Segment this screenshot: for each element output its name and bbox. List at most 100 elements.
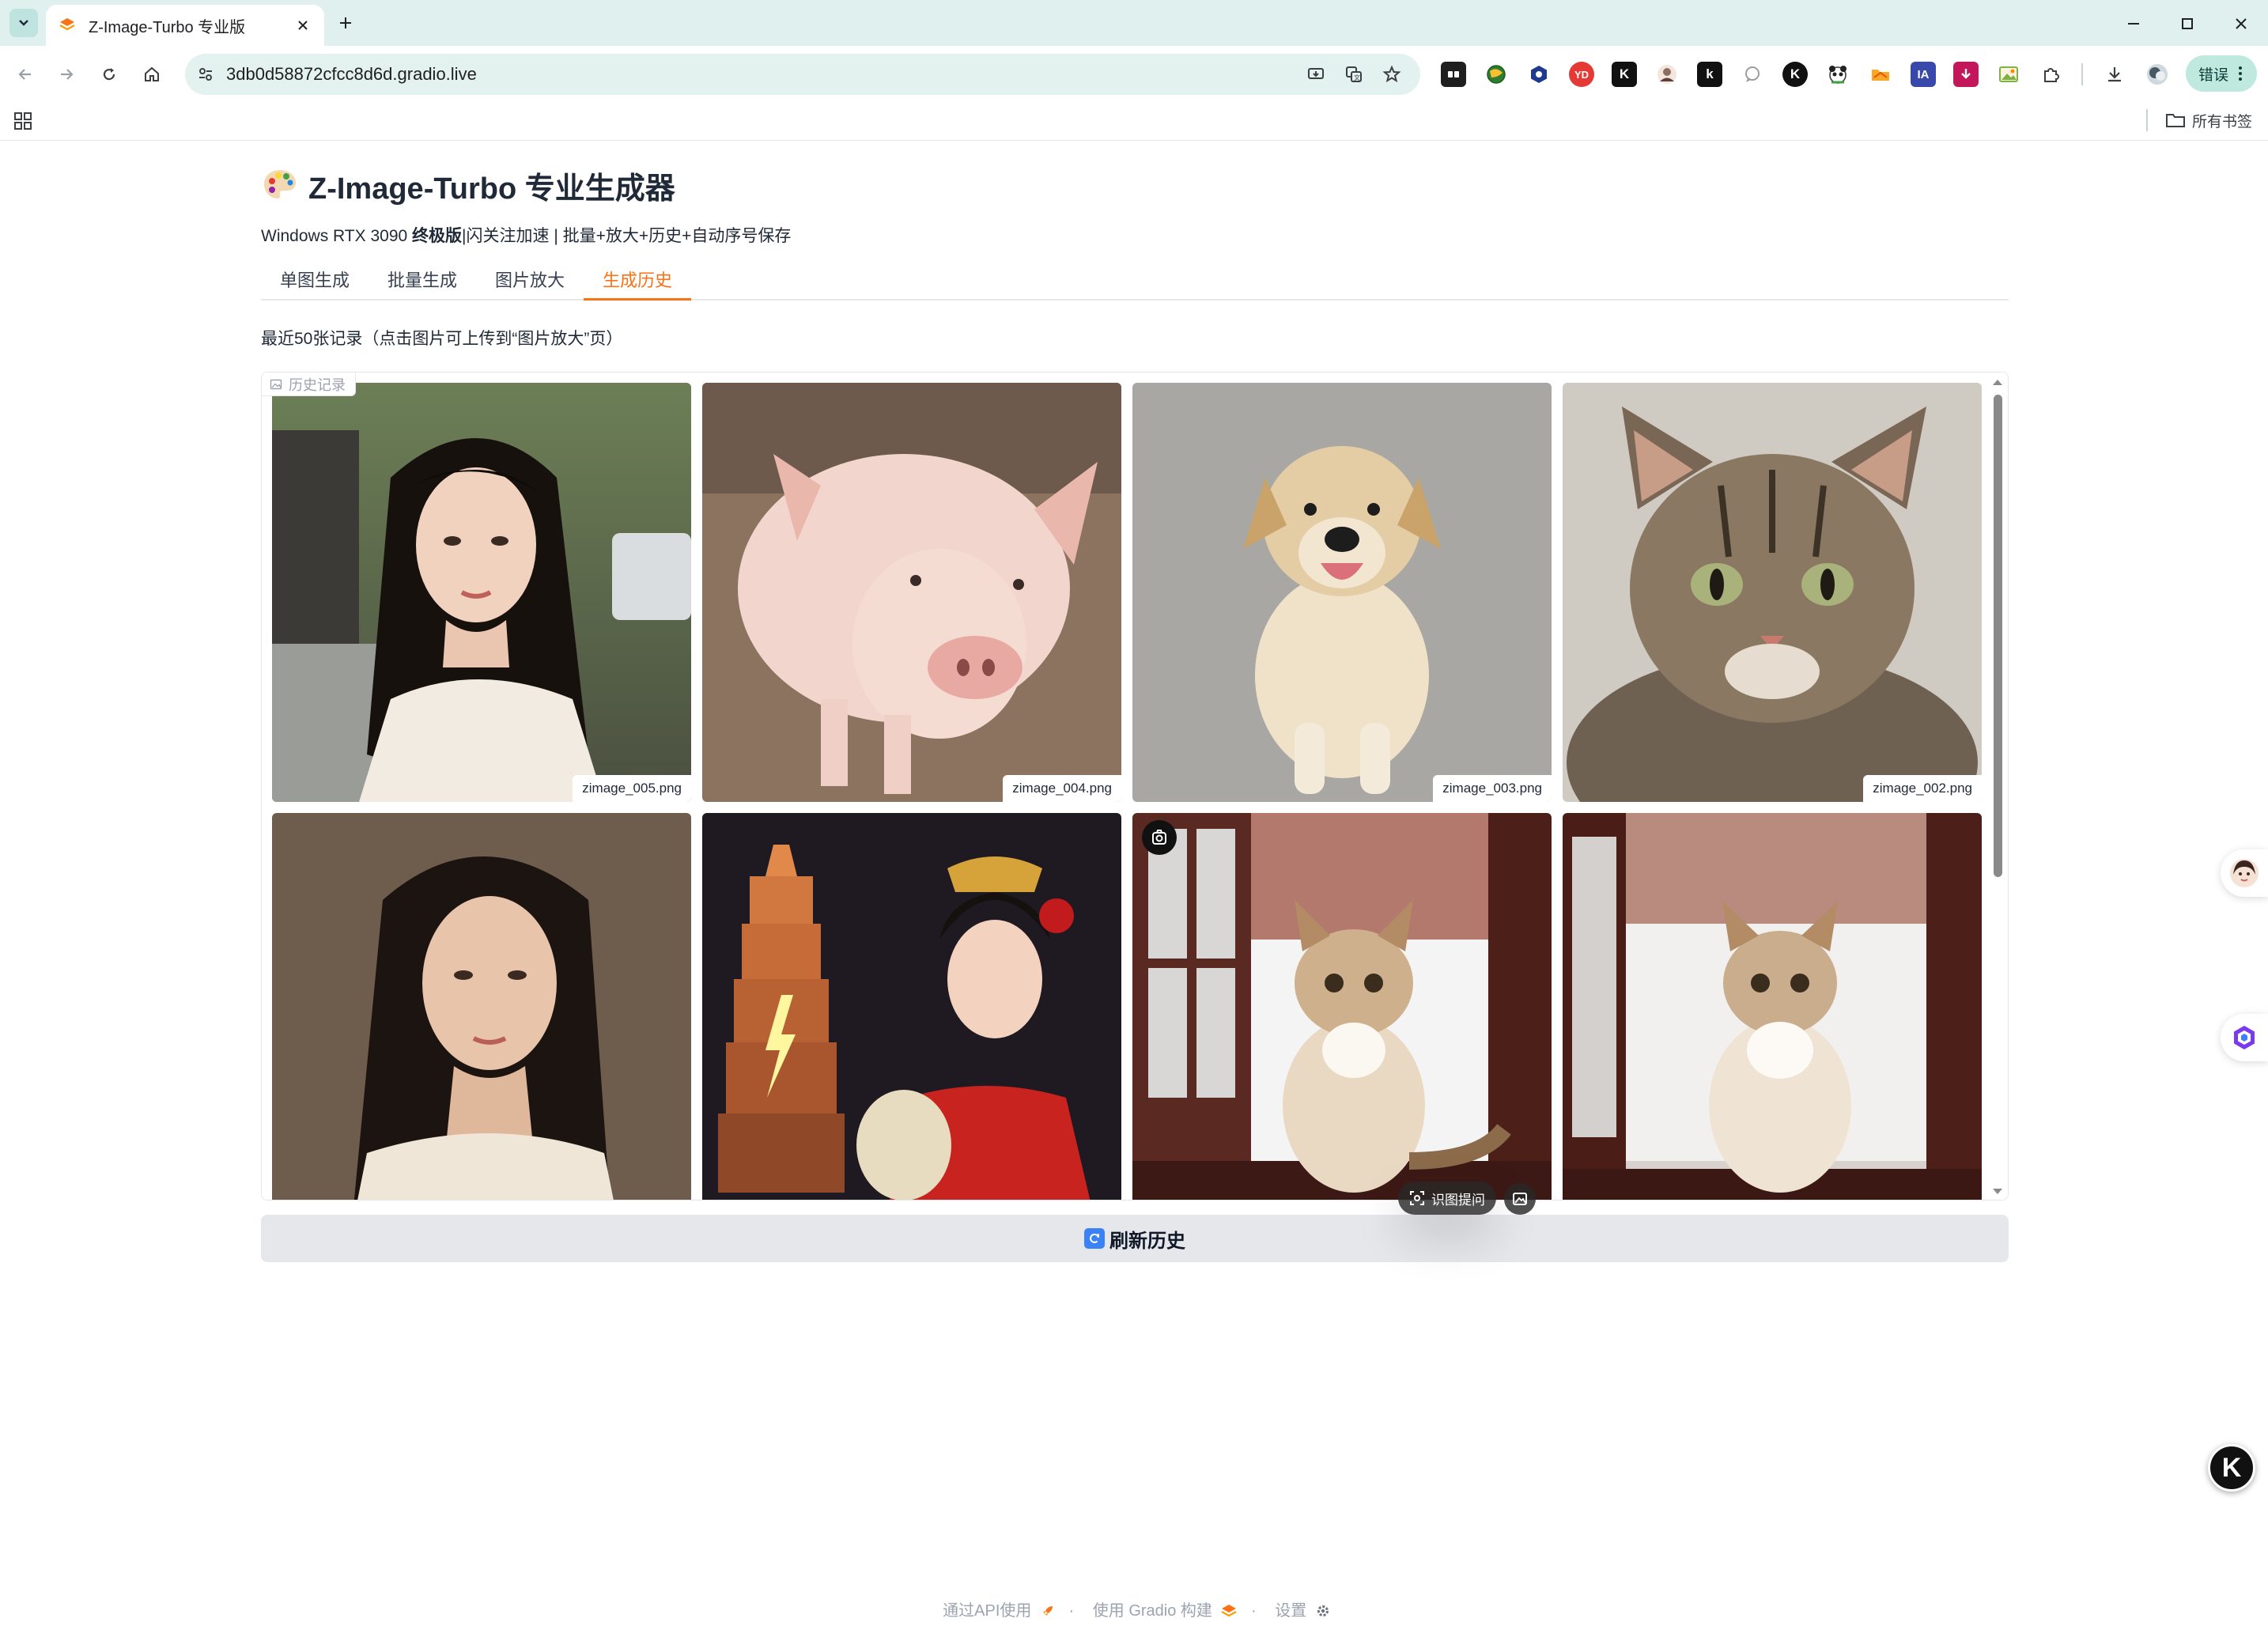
tab-title: Z-Image-Turbo 专业版 <box>89 18 246 36</box>
image-action-icon[interactable] <box>1142 820 1177 855</box>
image-question-label: 识图提问 <box>1431 1192 1485 1208</box>
use-via-api-link[interactable]: 通过API使用 <box>938 1602 1055 1620</box>
photo-ext-icon[interactable] <box>1996 62 2021 87</box>
home-button[interactable] <box>136 59 168 90</box>
history-gallery: 历史记录 zimage_005.png zimage_004.png zimag… <box>261 372 2009 1201</box>
scan-image-icon <box>1410 1191 1424 1205</box>
settings-link[interactable]: 设置 <box>1270 1602 1330 1620</box>
refresh-history-label: 刷新历史 <box>1109 1230 1185 1252</box>
kitten-window-2-image <box>1563 813 1982 1200</box>
rocket-icon <box>1042 1606 1053 1616</box>
gallery-thumb-hanfu-woman-pagoda[interactable] <box>702 813 1121 1200</box>
tab-search-button[interactable] <box>9 9 38 37</box>
subtitle-rest: |闪关注加速 | 批量+放大+历史+自动序号保存 <box>462 227 792 245</box>
extensions-icon[interactable] <box>2039 62 2064 87</box>
hexagon-logo-icon <box>2234 1026 2255 1049</box>
kitten-window-image <box>1132 813 1552 1200</box>
refresh-history-button[interactable]: 刷新历史 <box>261 1215 2009 1262</box>
new-tab-button[interactable] <box>332 9 359 36</box>
k2-ext-icon[interactable]: k <box>1697 62 1722 87</box>
k3-ext-icon[interactable]: K <box>1782 62 1808 87</box>
tab-upscale[interactable]: 图片放大 <box>476 261 584 301</box>
apps-grid-icon[interactable] <box>13 111 33 131</box>
hex-ext-icon[interactable] <box>1526 62 1552 87</box>
globe-ext-icon[interactable] <box>1484 62 1509 87</box>
maximize-window-button[interactable] <box>2164 8 2211 40</box>
k-assistant-button[interactable]: K <box>2208 1444 2255 1492</box>
woman-street-image <box>272 383 691 802</box>
folder-ext-icon[interactable] <box>1868 62 1893 87</box>
gallery-thumb-kitten-window-2[interactable] <box>1563 813 1982 1200</box>
profile-error-label: 错误 <box>2198 66 2228 84</box>
settings-label: 设置 <box>1275 1602 1307 1620</box>
profile-avatar[interactable] <box>2145 62 2170 87</box>
chat-ext-icon[interactable] <box>1740 62 1765 87</box>
site-info-icon[interactable] <box>185 54 226 95</box>
browser-tab-active[interactable]: Z-Image-Turbo 专业版 <box>46 5 324 46</box>
puzzle-ext-icon[interactable] <box>1441 62 1466 87</box>
gradio-favicon-icon <box>57 15 77 36</box>
gear-icon <box>1317 1605 1329 1616</box>
scrollbar-thumb[interactable] <box>1994 395 2002 877</box>
back-button[interactable] <box>9 59 41 90</box>
install-app-icon[interactable] <box>1297 55 1335 93</box>
reload-button[interactable] <box>93 59 125 90</box>
all-bookmarks-button[interactable]: 所有书签 <box>2165 108 2252 133</box>
gallery-label-text: 历史记录 <box>289 376 346 393</box>
refresh-icon <box>1084 1228 1105 1249</box>
image-caption: zimage_003.png <box>1433 775 1552 802</box>
close-icon <box>2236 18 2247 29</box>
reload-icon <box>103 68 115 81</box>
assistant-avatar-button[interactable] <box>2221 849 2268 897</box>
more-vert-icon <box>2239 66 2242 81</box>
scroll-up-icon[interactable] <box>1987 374 2008 390</box>
hanfu-woman-pagoda-image <box>702 813 1121 1200</box>
gallery-thumb-kitten-window[interactable] <box>1132 813 1552 1200</box>
bookmark-star-icon[interactable] <box>1373 55 1411 93</box>
chevron-down-icon <box>19 20 28 26</box>
forward-button[interactable] <box>51 59 82 90</box>
person-ext-icon[interactable] <box>1654 62 1680 87</box>
downloads-icon[interactable] <box>2102 62 2127 87</box>
home-icon <box>145 66 159 81</box>
gallery-thumb-dog[interactable]: zimage_003.png <box>1132 383 1552 802</box>
tab-single[interactable]: 单图生成 <box>261 261 369 301</box>
history-note: 最近50张记录（点击图片可上传到“图片放大”页） <box>261 330 623 348</box>
page-title: Z-Image-Turbo 专业生成器 <box>261 161 675 209</box>
gallery-thumb-woman-portrait[interactable] <box>272 813 691 1200</box>
gallery-scrollbar[interactable] <box>1987 372 2008 1200</box>
tab-history[interactable]: 生成历史 <box>584 261 692 301</box>
built-with-gradio-label: 使用 Gradio 构建 <box>1092 1602 1212 1620</box>
built-with-gradio-link[interactable]: 使用 Gradio 构建 <box>1088 1602 1238 1620</box>
arrow-right-icon <box>61 69 74 80</box>
profile-error-button[interactable]: 错误 <box>2186 55 2257 92</box>
gradio-logo-icon <box>1221 1605 1238 1617</box>
bookmarks-separator <box>2146 109 2148 131</box>
image-caption: zimage_002.png <box>1863 775 1982 802</box>
browser-tabstrip: Z-Image-Turbo 专业版 <box>0 0 2268 46</box>
close-window-button[interactable] <box>2217 8 2265 40</box>
ai-sidebar-button[interactable] <box>2221 1014 2268 1061</box>
avatar-icon <box>2230 859 2259 887</box>
minimize-window-button[interactable] <box>2110 8 2157 40</box>
address-bar[interactable]: 3db0d58872cfcc8d6d.gradio.live 文 <box>185 54 1420 95</box>
gallery-thumb-tabby-cat[interactable]: zimage_002.png <box>1563 383 1982 802</box>
image-edit-button[interactable] <box>1504 1183 1536 1215</box>
image-question-button[interactable]: 识图提问 <box>1398 1182 1496 1215</box>
k-ext-icon[interactable]: K <box>1612 62 1637 87</box>
close-tab-icon[interactable] <box>293 15 313 36</box>
all-bookmarks-label: 所有书签 <box>2192 113 2253 130</box>
page-title-text: Z-Image-Turbo 专业生成器 <box>308 172 675 206</box>
minimize-icon <box>2128 23 2139 25</box>
translate-icon[interactable]: 文 <box>1335 55 1373 93</box>
scroll-down-icon[interactable] <box>1987 1184 2008 1200</box>
gallery-thumb-pig[interactable]: zimage_004.png <box>702 383 1121 802</box>
red-ext-icon[interactable]: YD <box>1569 62 1594 87</box>
footer-separator: · <box>1068 1602 1075 1620</box>
tab-batch[interactable]: 批量生成 <box>369 261 476 301</box>
panda-ext-icon[interactable] <box>1825 62 1850 87</box>
download-ext-icon[interactable] <box>1953 62 1979 87</box>
tabby-cat-image <box>1563 383 1982 802</box>
gallery-thumb-woman-street[interactable]: zimage_005.png <box>272 383 691 802</box>
ia-ext-icon[interactable]: IA <box>1911 62 1936 87</box>
